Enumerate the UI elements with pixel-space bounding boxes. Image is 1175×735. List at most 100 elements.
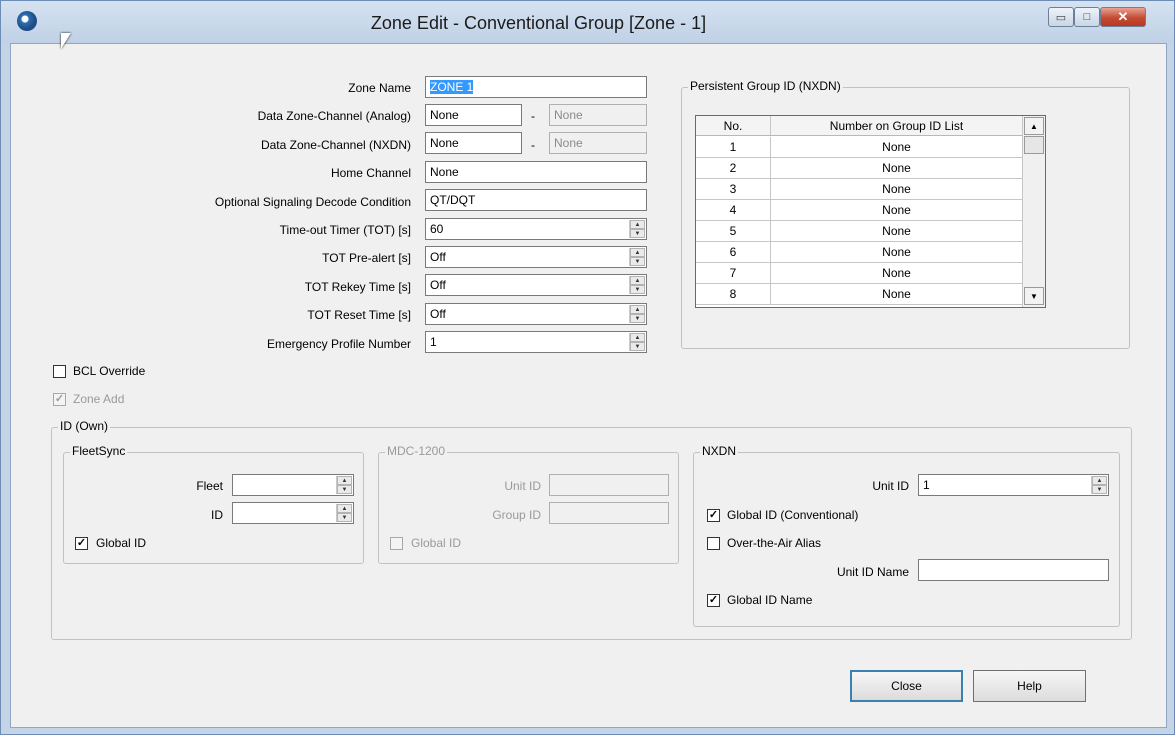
home-channel-label: Home Channel <box>330 166 411 180</box>
spin-down-icon[interactable]: ▼ <box>630 285 645 294</box>
row-value[interactable]: None <box>771 200 1023 220</box>
fleetsync-global-id-checkbox[interactable]: ✓ <box>75 537 88 550</box>
ota-alias-checkbox[interactable] <box>707 537 720 550</box>
data-zone-analog-separator: - <box>531 109 535 123</box>
zone-edit-window: Zone Edit - Conventional Group [Zone - 1… <box>0 0 1175 735</box>
spin-down-icon[interactable]: ▼ <box>630 229 645 238</box>
close-button[interactable]: Close <box>850 670 963 702</box>
row-value[interactable]: None <box>771 221 1023 241</box>
table-row[interactable]: 4 None <box>696 200 1023 221</box>
scroll-thumb[interactable] <box>1024 136 1044 154</box>
help-button[interactable]: Help <box>973 670 1086 702</box>
bcl-override-checkbox[interactable] <box>53 365 66 378</box>
fleet-stepper[interactable]: ▲ ▼ <box>232 474 354 496</box>
col-no-header: No. <box>696 116 771 135</box>
spin-down-icon[interactable]: ▼ <box>337 513 352 522</box>
tot-prealert-stepper[interactable]: Off ▲ ▼ <box>425 246 647 268</box>
tot-label: Time-out Timer (TOT) [s] <box>279 223 411 237</box>
fleetsync-id-spin[interactable]: ▲ ▼ <box>336 504 352 522</box>
zone-add-checkbox: ✓ <box>53 393 66 406</box>
spin-down-icon[interactable]: ▼ <box>337 485 352 494</box>
close-window-button[interactable]: ✕ <box>1100 7 1146 27</box>
zone-name-input[interactable]: ZONE 1 <box>425 76 647 98</box>
nxdn-unit-id-stepper[interactable]: 1 ▲ ▼ <box>918 474 1109 496</box>
emergency-profile-value: 1 <box>430 335 437 349</box>
global-id-conventional-checkbox[interactable]: ✓ <box>707 509 720 522</box>
table-row[interactable]: 5 None <box>696 221 1023 242</box>
tot-reset-label: TOT Reset Time [s] <box>307 308 411 322</box>
spin-up-icon[interactable]: ▲ <box>630 220 645 229</box>
spin-up-icon[interactable]: ▲ <box>337 504 352 513</box>
table-header: No. Number on Group ID List <box>696 116 1023 136</box>
fleetsync-id-stepper[interactable]: ▲ ▼ <box>232 502 354 524</box>
optional-signaling-field[interactable]: QT/DQT <box>425 189 647 211</box>
row-value[interactable]: None <box>771 137 1023 157</box>
spin-down-icon[interactable]: ▼ <box>630 314 645 323</box>
id-own-title: ID (Own) <box>58 419 110 433</box>
table-scrollbar[interactable]: ▲ ▼ <box>1022 116 1045 307</box>
zone-name-value: ZONE 1 <box>430 80 474 94</box>
table-row[interactable]: 8 None <box>696 284 1023 305</box>
row-no: 7 <box>696 263 771 283</box>
group-id-table[interactable]: No. Number on Group ID List 1 None 2 Non… <box>695 115 1046 308</box>
global-id-name-checkbox[interactable]: ✓ <box>707 594 720 607</box>
spin-up-icon[interactable]: ▲ <box>630 276 645 285</box>
tot-rekey-stepper[interactable]: Off ▲ ▼ <box>425 274 647 296</box>
row-value[interactable]: None <box>771 158 1023 178</box>
row-no: 8 <box>696 284 771 304</box>
scroll-down-icon[interactable]: ▼ <box>1024 287 1044 305</box>
tot-spin[interactable]: ▲ ▼ <box>629 220 645 238</box>
data-zone-nxdn-zone-field[interactable]: None <box>425 132 522 154</box>
bcl-override-label: BCL Override <box>73 364 146 378</box>
table-row[interactable]: 3 None <box>696 179 1023 200</box>
scroll-up-icon[interactable]: ▲ <box>1024 117 1044 135</box>
fleet-spin[interactable]: ▲ ▼ <box>336 476 352 494</box>
tot-rekey-value: Off <box>430 278 446 292</box>
nxdn-unit-id-spin[interactable]: ▲ ▼ <box>1091 476 1107 494</box>
tot-reset-stepper[interactable]: Off ▲ ▼ <box>425 303 647 325</box>
data-zone-analog-zone-field[interactable]: None <box>425 104 522 126</box>
spin-up-icon[interactable]: ▲ <box>630 333 645 342</box>
minimize-button[interactable]: ▭ <box>1048 7 1074 27</box>
row-value[interactable]: None <box>771 242 1023 262</box>
emergency-profile-label: Emergency Profile Number <box>266 337 411 351</box>
emergency-profile-spin[interactable]: ▲ ▼ <box>629 333 645 351</box>
unit-id-name-field[interactable] <box>918 559 1109 581</box>
tot-rekey-label: TOT Rekey Time [s] <box>304 280 411 294</box>
row-value[interactable]: None <box>771 284 1023 304</box>
fleetsync-global-id-label: Global ID <box>96 536 147 550</box>
home-channel-field[interactable]: None <box>425 161 647 183</box>
tot-reset-spin[interactable]: ▲ ▼ <box>629 305 645 323</box>
spin-up-icon[interactable]: ▲ <box>630 305 645 314</box>
title-bar[interactable]: Zone Edit - Conventional Group [Zone - 1… <box>1 1 1174 43</box>
maximize-button[interactable]: □ <box>1074 7 1100 27</box>
tot-rekey-spin[interactable]: ▲ ▼ <box>629 276 645 294</box>
global-id-conventional-label: Global ID (Conventional) <box>727 508 859 522</box>
row-no: 1 <box>696 137 771 157</box>
zone-add-label: Zone Add <box>73 392 125 406</box>
spin-up-icon[interactable]: ▲ <box>1092 476 1107 485</box>
tot-prealert-spin[interactable]: ▲ ▼ <box>629 248 645 266</box>
row-no: 5 <box>696 221 771 241</box>
global-id-name-label: Global ID Name <box>727 593 813 607</box>
nxdn-unit-id-value: 1 <box>923 478 930 492</box>
mdc-global-id-checkbox <box>390 537 403 550</box>
spin-down-icon[interactable]: ▼ <box>630 257 645 266</box>
row-value[interactable]: None <box>771 179 1023 199</box>
tot-stepper[interactable]: 60 ▲ ▼ <box>425 218 647 240</box>
persistent-group-title: Persistent Group ID (NXDN) <box>688 79 843 93</box>
table-row[interactable]: 7 None <box>696 263 1023 284</box>
row-value[interactable]: None <box>771 263 1023 283</box>
table-row[interactable]: 1 None <box>696 137 1023 158</box>
fleet-label: Fleet <box>196 479 223 493</box>
spin-up-icon[interactable]: ▲ <box>337 476 352 485</box>
table-row[interactable]: 2 None <box>696 158 1023 179</box>
tot-prealert-label: TOT Pre-alert [s] <box>322 251 411 265</box>
emergency-profile-stepper[interactable]: 1 ▲ ▼ <box>425 331 647 353</box>
spin-down-icon[interactable]: ▼ <box>630 342 645 351</box>
table-row[interactable]: 6 None <box>696 242 1023 263</box>
mdc-unit-id-field <box>549 474 669 496</box>
spin-down-icon[interactable]: ▼ <box>1092 485 1107 494</box>
spin-up-icon[interactable]: ▲ <box>630 248 645 257</box>
tot-value: 60 <box>430 222 444 236</box>
